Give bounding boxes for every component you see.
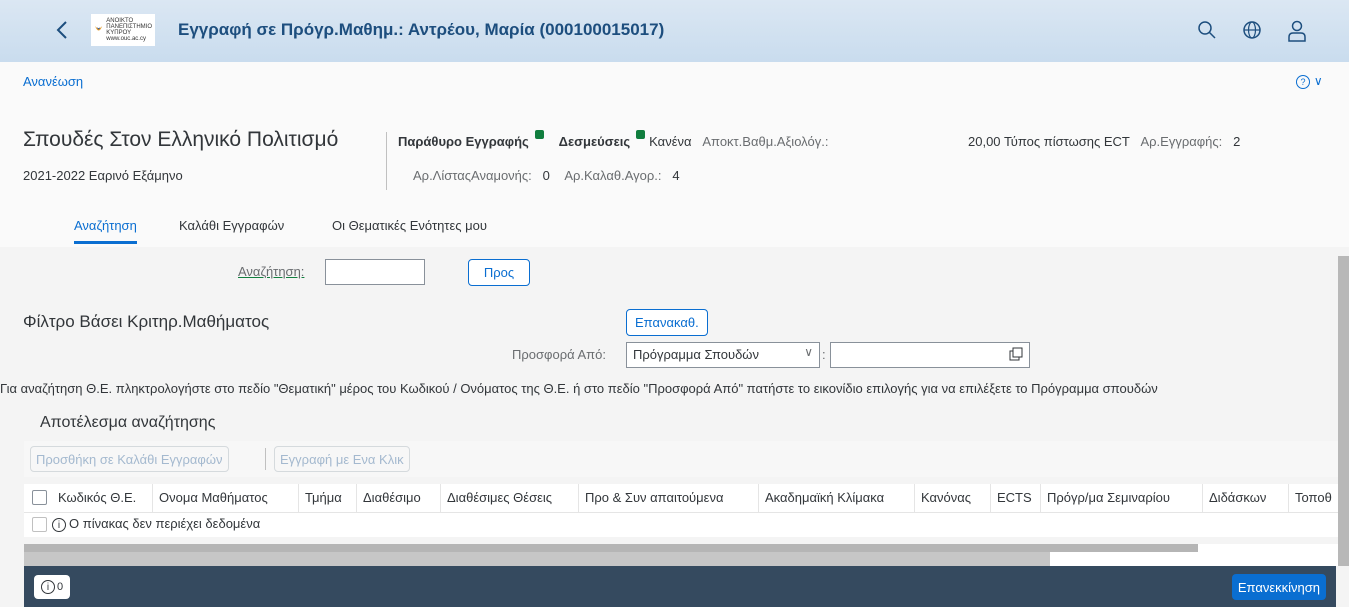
page-title: Σπουδές Στον Ελληνικό Πολιτισμό bbox=[23, 128, 339, 151]
results-title: Αποτέλεσμα αναζήτησης bbox=[40, 414, 216, 431]
results-toolbar: Προσθήκη σε Καλάθι Εγγραφών Εγγραφή με Ε… bbox=[24, 441, 1349, 477]
chevron-down-icon: ∨ bbox=[804, 345, 813, 359]
app-title: Εγγραφή σε Πρόγρ.Μαθημ.: Αντρέου, Μαρία … bbox=[178, 20, 665, 39]
logo-text: ΑΝΟΙΚΤΟ ΠΑΝΕΠΙΣΤΗΜΙΟ ΚΥΠΡΟΥ www.ouc.ac.c… bbox=[106, 18, 152, 42]
tab-my-modules[interactable]: Οι Θεματικές Ενότητες μου bbox=[332, 218, 487, 241]
back-icon bbox=[56, 21, 67, 39]
tab-cart[interactable]: Καλάθι Εγγραφών bbox=[179, 218, 284, 241]
offer-from-selected: Πρόγραμμα Σπουδών bbox=[633, 347, 759, 362]
registrations-value: 2 bbox=[1233, 134, 1241, 149]
results-table: Κωδικός Θ.Ε. Ονομα Μαθήματος Τμήμα Διαθέ… bbox=[24, 484, 1349, 537]
waitlist-value: 0 bbox=[542, 168, 550, 183]
messages-button[interactable]: i 0 bbox=[34, 575, 70, 599]
table-header: Κωδικός Θ.Ε. Ονομα Μαθήματος Τμήμα Διαθέ… bbox=[24, 484, 1349, 513]
reset-button[interactable]: Επανακαθ. bbox=[626, 309, 708, 336]
go-button[interactable]: Προς bbox=[468, 259, 530, 286]
user-icon bbox=[1288, 20, 1306, 42]
content-area: Αναζήτηση: Προς Φίλτρο Βάσει Κριτηρ.Μαθή… bbox=[0, 248, 1349, 566]
col-ects[interactable]: ECTS bbox=[990, 484, 1040, 512]
footer-bar: i 0 Επανεκκίνηση bbox=[24, 566, 1336, 607]
refresh-link[interactable]: Ανανέωση bbox=[23, 74, 83, 89]
kpi-line-1b: 20,00 Τύπος πίστωσης ECT Αρ.Εγγραφής: 2 bbox=[968, 134, 1240, 149]
commitments-label: Δεσμεύσεις bbox=[558, 134, 631, 149]
col-academic-scale[interactable]: Ακαδημαϊκή Κλίμακα bbox=[758, 484, 914, 512]
search-label: Αναζήτηση: bbox=[238, 264, 305, 279]
user-button[interactable] bbox=[1287, 20, 1309, 42]
message-count: 0 bbox=[56, 581, 64, 593]
chevron-down-icon: ∨ bbox=[1313, 74, 1323, 88]
window-status-icon bbox=[534, 130, 544, 139]
university-logo: ΑΝΟΙΚΤΟ ΠΑΝΕΠΙΣΤΗΜΙΟ ΚΥΠΡΟΥ www.ouc.ac.c… bbox=[91, 14, 155, 46]
horizontal-scrollbar-lower bbox=[24, 552, 1050, 566]
search-button[interactable] bbox=[1197, 20, 1219, 42]
waitlist-label: Αρ.ΛίσταςΑναμονής: bbox=[413, 168, 532, 183]
grade-label: Αποκτ.Βαθμ.Αξιολόγ.: bbox=[702, 134, 829, 149]
table-row: iΟ πίνακας δεν περιέχει δεδομένα bbox=[24, 513, 1349, 537]
shell-bar: ΑΝΟΙΚΤΟ ΠΑΝΕΠΙΣΤΗΜΙΟ ΚΥΠΡΟΥ www.ouc.ac.c… bbox=[0, 0, 1349, 62]
rule-value: Κανένα bbox=[649, 134, 692, 149]
horizontal-scrollbar[interactable] bbox=[24, 544, 1349, 566]
restart-button[interactable]: Επανεκκίνηση bbox=[1231, 574, 1326, 600]
col-available-seats[interactable]: Διαθέσιμες Θέσεις bbox=[440, 484, 578, 512]
col-prerequisites[interactable]: Προ & Συν απαιτούμενα bbox=[578, 484, 758, 512]
cart-count-value: 4 bbox=[672, 168, 680, 183]
info-icon: i bbox=[40, 580, 55, 594]
globe-icon bbox=[1243, 21, 1261, 39]
col-code[interactable]: Κωδικός Θ.Ε. bbox=[52, 484, 152, 512]
offer-from-label: Προσφορά Από: bbox=[512, 347, 606, 362]
object-header: Ανανέωση ? ∨ Σπουδές Στον Ελληνικό Πολιτ… bbox=[0, 62, 1349, 247]
cart-count-label: Αρ.Καλαθ.Αγορ.: bbox=[564, 168, 662, 183]
info-icon: i bbox=[52, 518, 66, 532]
tab-bar: Αναζήτηση Καλάθι Εγγραφών Οι Θεματικές Ε… bbox=[0, 214, 1349, 247]
col-course-name[interactable]: Ονομα Μαθήματος bbox=[152, 484, 298, 512]
grade-value: 20,00 bbox=[968, 134, 1001, 149]
one-click-register-button[interactable]: Εγγραφή με Ενα Κλικ bbox=[274, 446, 410, 472]
value-help-icon[interactable] bbox=[1009, 347, 1023, 361]
col-department[interactable]: Τμήμα bbox=[298, 484, 356, 512]
row-checkbox[interactable] bbox=[32, 517, 47, 532]
tab-search[interactable]: Αναζήτηση bbox=[74, 218, 137, 244]
page-subtitle: 2021-2022 Εαρινό Εξάμηνο bbox=[23, 168, 183, 183]
logo-emblem-icon bbox=[95, 25, 103, 31]
search-input[interactable] bbox=[325, 259, 425, 285]
col-seminar-program[interactable]: Πρόγρ/μα Σεμιναρίου bbox=[1040, 484, 1202, 512]
help-icon: ? bbox=[1296, 75, 1310, 89]
kpi-line-1: Παράθυρο Εγγραφής Δεσμεύσεις Κανένα Αποκτ… bbox=[398, 130, 829, 149]
empty-message: iΟ πίνακας δεν περιέχει δεδομένα bbox=[52, 516, 260, 532]
vertical-scrollbar[interactable] bbox=[1338, 256, 1349, 566]
filter-title: Φίλτρο Βάσει Κριτηρ.Μαθήματος bbox=[23, 312, 270, 331]
select-all-checkbox[interactable] bbox=[32, 490, 47, 505]
empty-message-text: Ο πίνακας δεν περιέχει δεδομένα bbox=[69, 516, 261, 531]
language-button[interactable] bbox=[1242, 20, 1264, 42]
col-rule[interactable]: Κανόνας bbox=[914, 484, 990, 512]
help-toggle[interactable]: ? ∨ bbox=[1296, 72, 1323, 89]
registration-window-label: Παράθυρο Εγγραφής bbox=[398, 134, 529, 149]
offer-from-select[interactable]: Πρόγραμμα Σπουδών ∨ bbox=[626, 342, 820, 368]
registrations-label: Αρ.Εγγραφής: bbox=[1140, 134, 1223, 149]
header-divider bbox=[386, 132, 387, 190]
search-hint: Για αναζήτηση Θ.Ε. πληκτρολογήστε στο πε… bbox=[0, 381, 1158, 396]
offer-colon: : bbox=[822, 347, 826, 362]
add-to-cart-button[interactable]: Προσθήκη σε Καλάθι Εγγραφών bbox=[30, 446, 229, 472]
horizontal-scrollbar-thumb[interactable] bbox=[24, 544, 1198, 552]
program-input[interactable] bbox=[830, 342, 1030, 368]
search-icon bbox=[1198, 21, 1216, 39]
kpi-line-2: Αρ.ΛίσταςΑναμονής: 0 Αρ.Καλαθ.Αγορ.: 4 bbox=[413, 168, 680, 183]
toolbar-separator bbox=[265, 448, 266, 470]
credit-type: Τύπος πίστωσης ECT bbox=[1003, 134, 1130, 149]
col-available[interactable]: Διαθέσιμο bbox=[356, 484, 440, 512]
col-instructor[interactable]: Διδάσκων bbox=[1202, 484, 1288, 512]
commitments-status-icon bbox=[636, 130, 646, 139]
back-button[interactable] bbox=[50, 18, 74, 42]
